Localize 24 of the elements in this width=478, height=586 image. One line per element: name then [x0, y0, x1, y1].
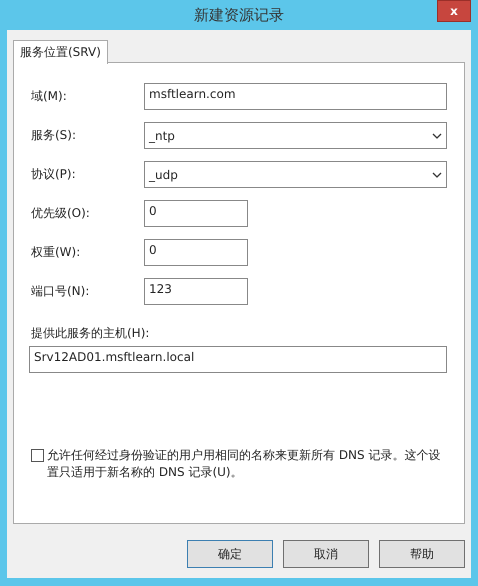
input-field[interactable]: Srv12AD01.msftlearn.local [29, 346, 447, 373]
chevron-icon [432, 132, 442, 138]
input-field[interactable]: 123 [144, 278, 248, 305]
window-title: 新建资源记录 [194, 6, 284, 24]
dialog-button[interactable]: 帮助 [379, 540, 465, 568]
field-label: 服务(S): [31, 127, 78, 144]
dropdown[interactable]: _udp [144, 161, 447, 188]
dialog-button[interactable]: 确定 [187, 540, 273, 568]
field-label: 端口号(N): [31, 283, 90, 300]
dropdown[interactable]: _ntp [144, 122, 447, 149]
field-label: 协议(P): [31, 166, 77, 183]
field-label: 优先级(O): [31, 205, 91, 222]
tab[interactable]: 服务位置(SRV) [13, 40, 108, 64]
chevron-icon [432, 172, 442, 178]
dialog-button[interactable]: 取消 [283, 540, 369, 568]
checkbox[interactable] [31, 449, 44, 462]
field-label: 域(M): [31, 88, 68, 105]
input-field[interactable]: 0 [144, 200, 248, 227]
input-field[interactable]: msftlearn.com [144, 83, 447, 110]
checkbox-label: 允许任何经过身份验证的用户用相同的名称来更新所有 DNS 记录。这个设置只适用于新名称的 DNS 记录(U)。 [47, 447, 442, 481]
field-label: 权重(W): [31, 244, 82, 261]
field-label: 提供此服务的主机(H): [31, 325, 150, 342]
input-field[interactable]: 0 [144, 239, 248, 266]
close-button[interactable]: x [437, 0, 471, 22]
